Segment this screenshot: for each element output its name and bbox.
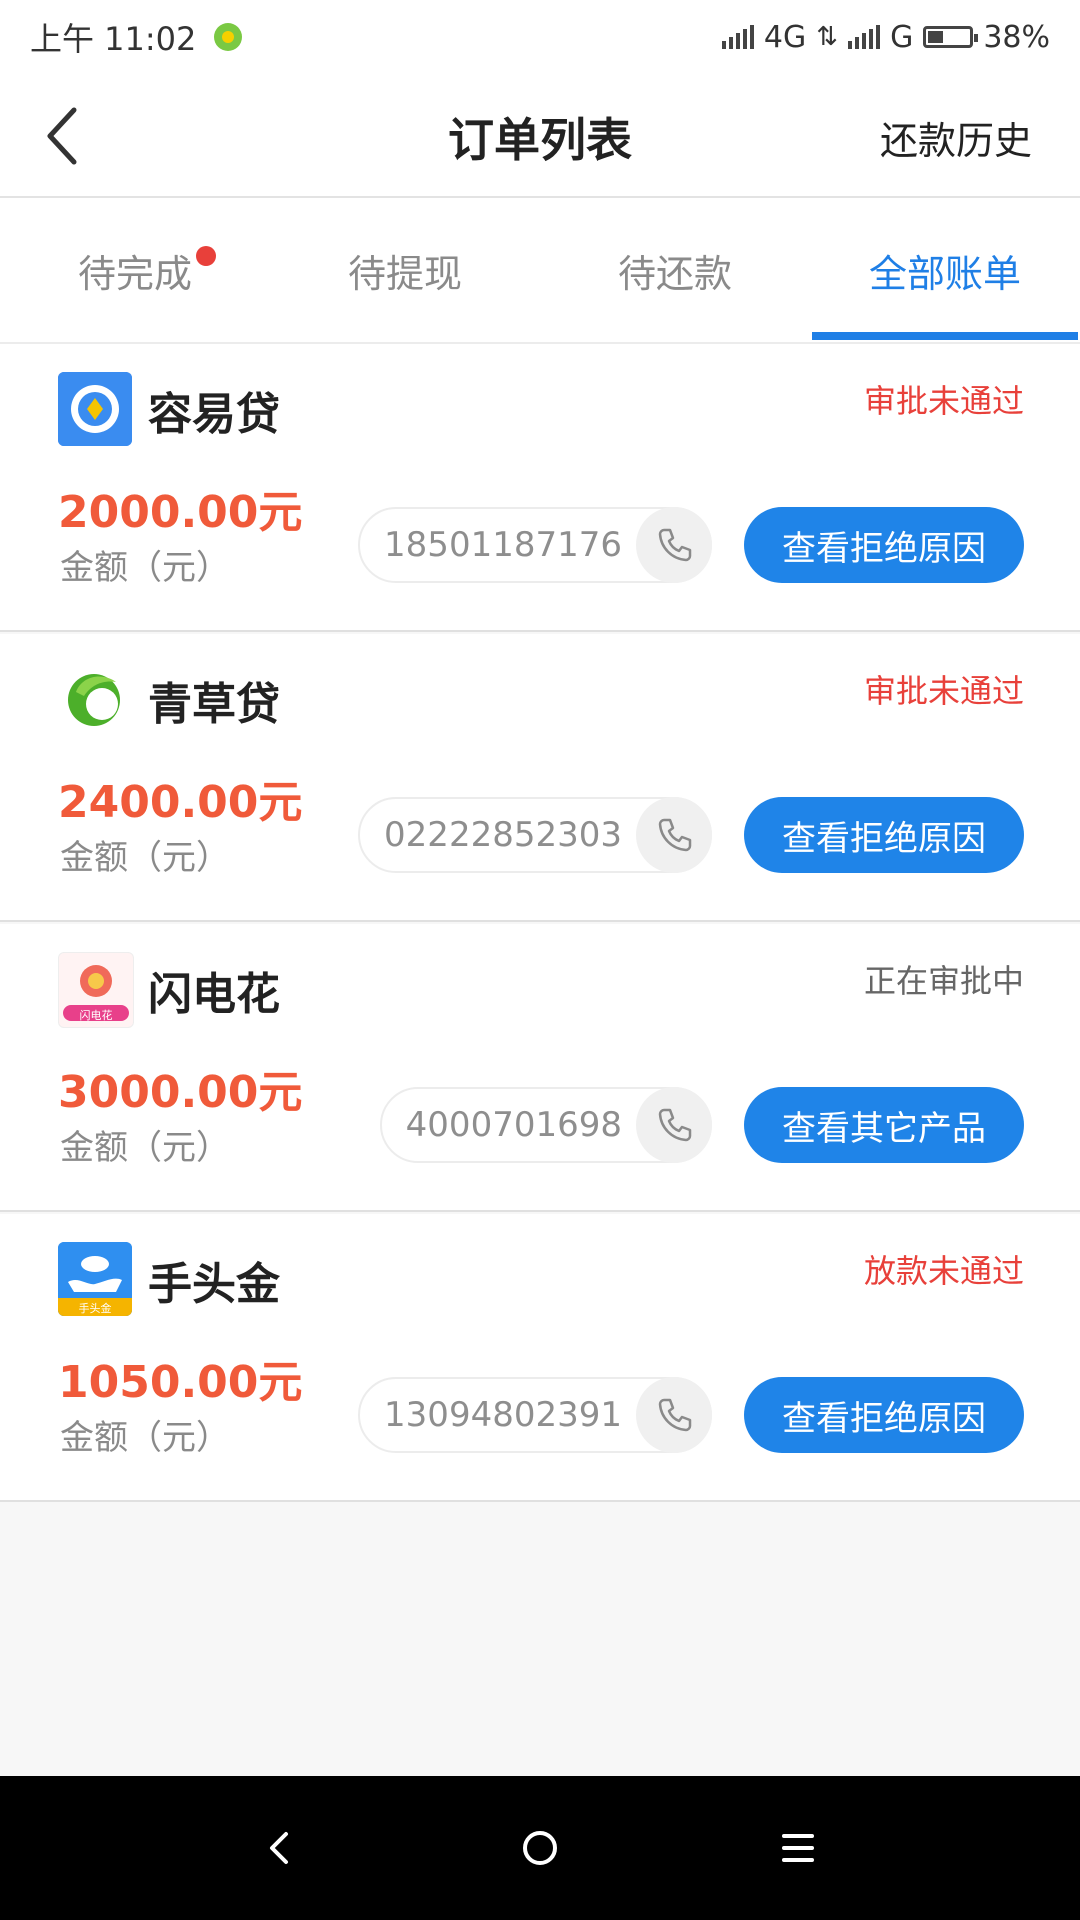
order-card[interactable]: 容易贷 审批未通过 2000.00元 金额（元） 18501187176 查看拒…	[0, 344, 1080, 632]
battery-fill	[928, 31, 944, 43]
qingcaodai-logo-icon	[58, 662, 132, 736]
repayment-history-link[interactable]: 还款历史	[880, 110, 1032, 165]
signal-icon	[721, 25, 754, 49]
logo-text: 手头金	[78, 1302, 112, 1315]
tab-label: 全部账单	[868, 251, 1021, 296]
data-arrows-icon: ⇅	[816, 22, 839, 52]
phone-number: 18501187176	[384, 525, 622, 565]
status-left: 上午 11:02	[30, 14, 243, 60]
phone-contact[interactable]: 13094802391	[358, 1377, 712, 1453]
app-notification-icon	[214, 23, 243, 51]
tab-all-bills[interactable]: 全部账单	[810, 198, 1080, 342]
battery-percent: 38%	[983, 19, 1050, 55]
signal-icon-2	[848, 25, 881, 49]
order-status: 正在审批中	[863, 962, 1024, 1000]
amount-label: 金额（元）	[60, 1418, 230, 1458]
loan-amount: 3000.00元	[58, 1067, 303, 1118]
phone-contact[interactable]: 18501187176	[358, 507, 712, 583]
nav-menu-icon	[782, 1834, 814, 1862]
order-card[interactable]: 闪电花 闪电花 正在审批中 3000.00元 金额（元） 4000701698 …	[0, 924, 1080, 1212]
call-button[interactable]	[636, 797, 712, 873]
order-card[interactable]: 青草贷 审批未通过 2400.00元 金额（元） 02222852303 查看拒…	[0, 634, 1080, 922]
shoutoujin-logo-icon: 手头金	[58, 1242, 132, 1316]
shandianhua-logo-icon: 闪电花	[58, 952, 134, 1028]
order-status: 放款未通过	[863, 1252, 1024, 1290]
product-name: 青草贷	[148, 679, 280, 730]
nav-home-button[interactable]	[510, 1818, 570, 1878]
status-right: 4G ⇅ G 38%	[721, 19, 1050, 55]
order-status: 审批未通过	[863, 672, 1024, 710]
loan-amount: 2400.00元	[58, 777, 303, 828]
nav-back-button[interactable]	[250, 1818, 310, 1878]
call-button[interactable]	[636, 1087, 712, 1163]
notification-dot	[196, 246, 216, 266]
product-name: 手头金	[148, 1259, 280, 1310]
order-card[interactable]: 手头金 手头金 放款未通过 1050.00元 金额（元） 13094802391…	[0, 1214, 1080, 1502]
battery-icon	[923, 26, 979, 48]
tab-label: 待完成	[77, 251, 192, 296]
loan-amount: 1050.00元	[58, 1357, 303, 1408]
nav-home-icon	[523, 1831, 557, 1865]
phone-number: 13094802391	[384, 1395, 622, 1435]
status-time: 上午 11:02	[30, 20, 197, 58]
phone-icon	[658, 528, 692, 562]
view-reject-reason-button[interactable]: 查看拒绝原因	[744, 1377, 1024, 1453]
view-reject-reason-button[interactable]: 查看拒绝原因	[744, 797, 1024, 873]
tab-pending-repay[interactable]: 待还款	[540, 198, 810, 342]
phone-icon	[658, 818, 692, 852]
network-type-g: G	[890, 19, 914, 55]
tab-pending-withdraw[interactable]: 待提现	[270, 198, 540, 342]
order-status: 审批未通过	[863, 382, 1024, 420]
system-nav-bar	[0, 1776, 1080, 1920]
amount-label: 金额（元）	[60, 1128, 230, 1168]
app-header: 订单列表 还款历史	[0, 74, 1080, 198]
view-other-products-button[interactable]: 查看其它产品	[744, 1087, 1024, 1163]
loan-amount: 2000.00元	[58, 487, 303, 538]
call-button[interactable]	[636, 507, 712, 583]
phone-icon	[658, 1398, 692, 1432]
product-name: 容易贷	[148, 389, 280, 440]
amount-label: 金额（元）	[60, 548, 230, 588]
nav-back-icon	[270, 1832, 288, 1864]
rongyidai-logo-icon	[58, 372, 132, 446]
phone-number: 4000701698	[405, 1105, 622, 1145]
nav-menu-button[interactable]	[768, 1818, 828, 1878]
network-type-4g: 4G	[763, 19, 807, 55]
product-name: 闪电花	[148, 969, 280, 1020]
tab-label: 待还款	[617, 251, 732, 296]
phone-number: 02222852303	[384, 815, 622, 855]
view-reject-reason-button[interactable]: 查看拒绝原因	[744, 507, 1024, 583]
order-tabs: 待完成 待提现 待还款 全部账单	[0, 198, 1080, 344]
call-button[interactable]	[636, 1377, 712, 1453]
logo-text: 闪电花	[79, 1009, 113, 1022]
phone-icon	[658, 1108, 692, 1142]
phone-contact[interactable]: 4000701698	[379, 1087, 712, 1163]
amount-label: 金额（元）	[60, 838, 230, 878]
tab-pending-complete[interactable]: 待完成	[0, 198, 270, 342]
status-bar: 上午 11:02 4G ⇅ G 38%	[0, 0, 1080, 74]
tab-label: 待提现	[347, 251, 462, 296]
phone-contact[interactable]: 02222852303	[358, 797, 712, 873]
